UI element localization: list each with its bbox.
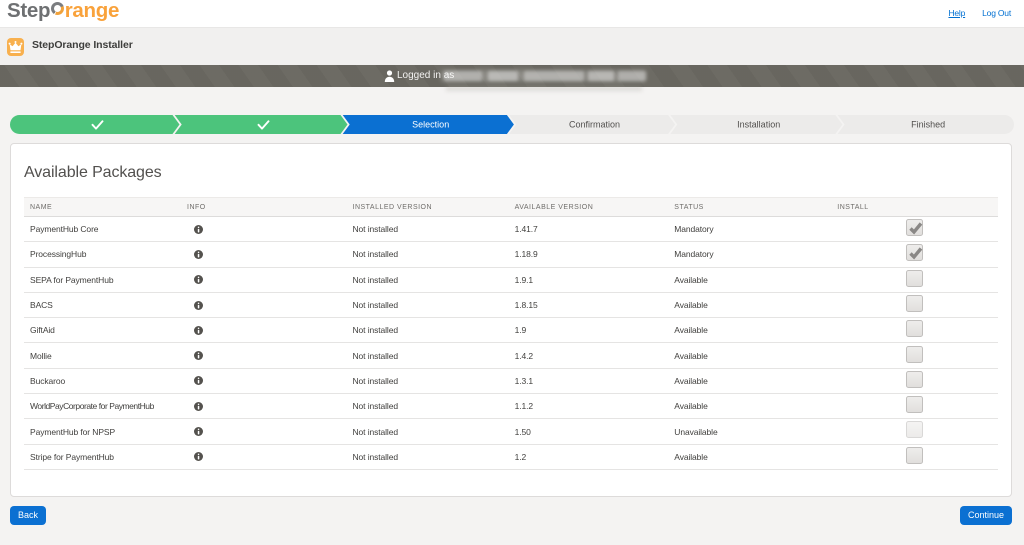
svg-text:Installation: Installation [737,120,780,130]
svg-text:Selection: Selection [412,120,449,130]
svg-text:Finished: Finished [911,120,945,130]
svg-text:Confirmation: Confirmation [569,120,620,130]
